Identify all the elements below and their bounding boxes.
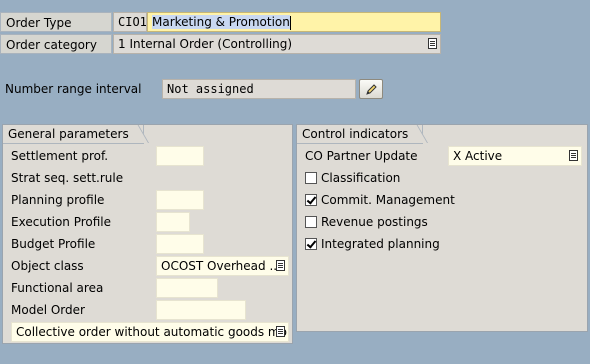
integrated-planning-row[interactable]: Integrated planning bbox=[297, 234, 587, 254]
classification-row[interactable]: Classification bbox=[297, 168, 587, 188]
order-type-label: Order Type bbox=[0, 12, 112, 32]
object-class-select[interactable]: OCOST Overhead ... bbox=[156, 256, 289, 276]
co-partner-value: X Active bbox=[453, 149, 503, 163]
object-class-label: Object class bbox=[11, 259, 84, 273]
settlement-prof-label: Settlement prof. bbox=[11, 149, 109, 163]
execution-profile-label: Execution Profile bbox=[11, 215, 112, 229]
number-range-field: Not assigned bbox=[162, 79, 356, 99]
general-parameters-title: General parameters bbox=[3, 125, 144, 144]
classification-label: Classification bbox=[321, 171, 401, 185]
planning-profile-label: Planning profile bbox=[11, 193, 105, 207]
co-partner-select[interactable]: X Active bbox=[448, 146, 582, 166]
order-category-value: 1 Internal Order (Controlling) bbox=[118, 37, 293, 51]
order-type-name-text: Marketing & Promotion bbox=[152, 15, 290, 29]
collective-order-value: Collective order without automatic goods… bbox=[16, 325, 289, 339]
execution-profile-input[interactable] bbox=[156, 212, 190, 232]
revenue-postings-row[interactable]: Revenue postings bbox=[297, 212, 587, 232]
dropdown-list-icon bbox=[569, 150, 578, 161]
revenue-postings-checkbox[interactable] bbox=[305, 216, 317, 228]
budget-profile-label: Budget Profile bbox=[11, 237, 96, 251]
dropdown-list-icon[interactable] bbox=[428, 38, 437, 49]
integrated-planning-checkbox[interactable] bbox=[305, 238, 317, 250]
functional-area-input[interactable] bbox=[156, 278, 218, 298]
control-indicators-panel: Control indicators CO Partner Update X A… bbox=[296, 124, 588, 332]
model-order-label: Model Order bbox=[11, 303, 85, 317]
classification-checkbox[interactable] bbox=[305, 172, 317, 184]
general-parameters-panel: General parameters Settlement prof. Stra… bbox=[2, 124, 293, 344]
settlement-prof-input[interactable] bbox=[156, 146, 204, 166]
planning-profile-input[interactable] bbox=[156, 190, 204, 210]
collective-order-select[interactable]: Collective order without automatic goods… bbox=[11, 322, 289, 342]
strat-seq-label: Strat seq. sett.rule bbox=[11, 171, 124, 185]
functional-area-label: Functional area bbox=[11, 281, 104, 295]
commit-management-row[interactable]: Commit. Management bbox=[297, 190, 587, 210]
pencil-icon bbox=[366, 84, 377, 95]
edit-number-range-button[interactable] bbox=[359, 79, 383, 99]
revenue-postings-label: Revenue postings bbox=[321, 215, 428, 229]
dropdown-list-icon bbox=[276, 260, 285, 271]
control-indicators-title: Control indicators bbox=[297, 125, 424, 144]
model-order-input[interactable] bbox=[156, 300, 246, 320]
commit-management-label: Commit. Management bbox=[321, 193, 455, 207]
order-category-label: Order category bbox=[0, 34, 112, 54]
commit-management-checkbox[interactable] bbox=[305, 194, 317, 206]
integrated-planning-label: Integrated planning bbox=[321, 237, 440, 251]
order-type-code-field: CIO1 bbox=[113, 12, 147, 32]
text-cursor bbox=[289, 15, 291, 30]
number-range-label: Number range interval bbox=[5, 82, 142, 96]
co-partner-label: CO Partner Update bbox=[305, 149, 418, 163]
order-category-field: 1 Internal Order (Controlling) bbox=[113, 34, 441, 54]
budget-profile-input[interactable] bbox=[156, 234, 204, 254]
order-type-name-input[interactable]: Marketing & Promotion bbox=[147, 12, 441, 32]
dropdown-list-icon bbox=[276, 326, 285, 337]
object-class-value: OCOST Overhead ... bbox=[161, 259, 281, 273]
